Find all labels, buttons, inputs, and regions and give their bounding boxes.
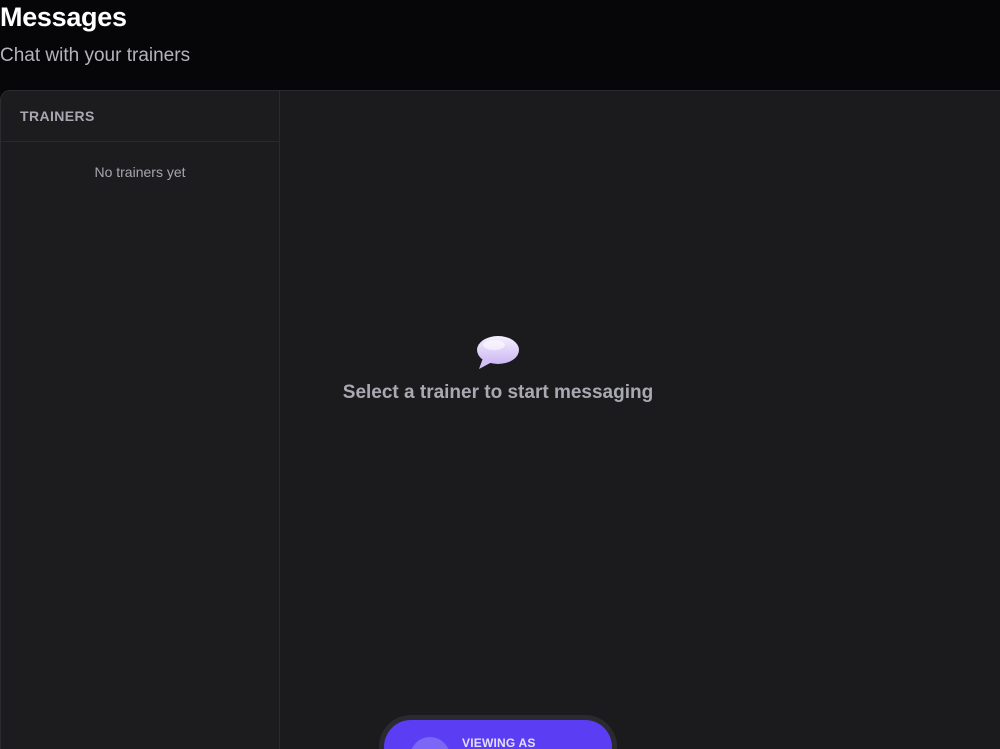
page-title: Messages (0, 2, 127, 32)
empty-state-text: Select a trainer to start messaging (342, 382, 654, 403)
page-subtitle: Chat with your trainers (0, 45, 191, 66)
avatar (410, 737, 450, 749)
empty-conversation-state: Select a trainer to start messaging (278, 334, 718, 404)
page-header: Messages Chat with your trainers (0, 0, 1000, 90)
speech-bubble-icon (477, 336, 519, 369)
viewing-as-switcher[interactable]: VIEWING AS (379, 715, 617, 749)
sidebar-title: TRAINERS (20, 108, 95, 124)
messages-panel: TRAINERS No trainers yet (0, 90, 1000, 749)
messages-page: Messages Chat with your trainers TRAINER… (0, 0, 1000, 749)
viewing-as-label: VIEWING AS (462, 736, 536, 749)
conversation-area (280, 91, 1000, 749)
viewing-as-button[interactable]: VIEWING AS (384, 720, 612, 749)
trainers-empty-text: No trainers yet (94, 164, 186, 180)
sidebar-header: TRAINERS (1, 91, 279, 142)
trainers-sidebar: TRAINERS No trainers yet (1, 91, 280, 749)
